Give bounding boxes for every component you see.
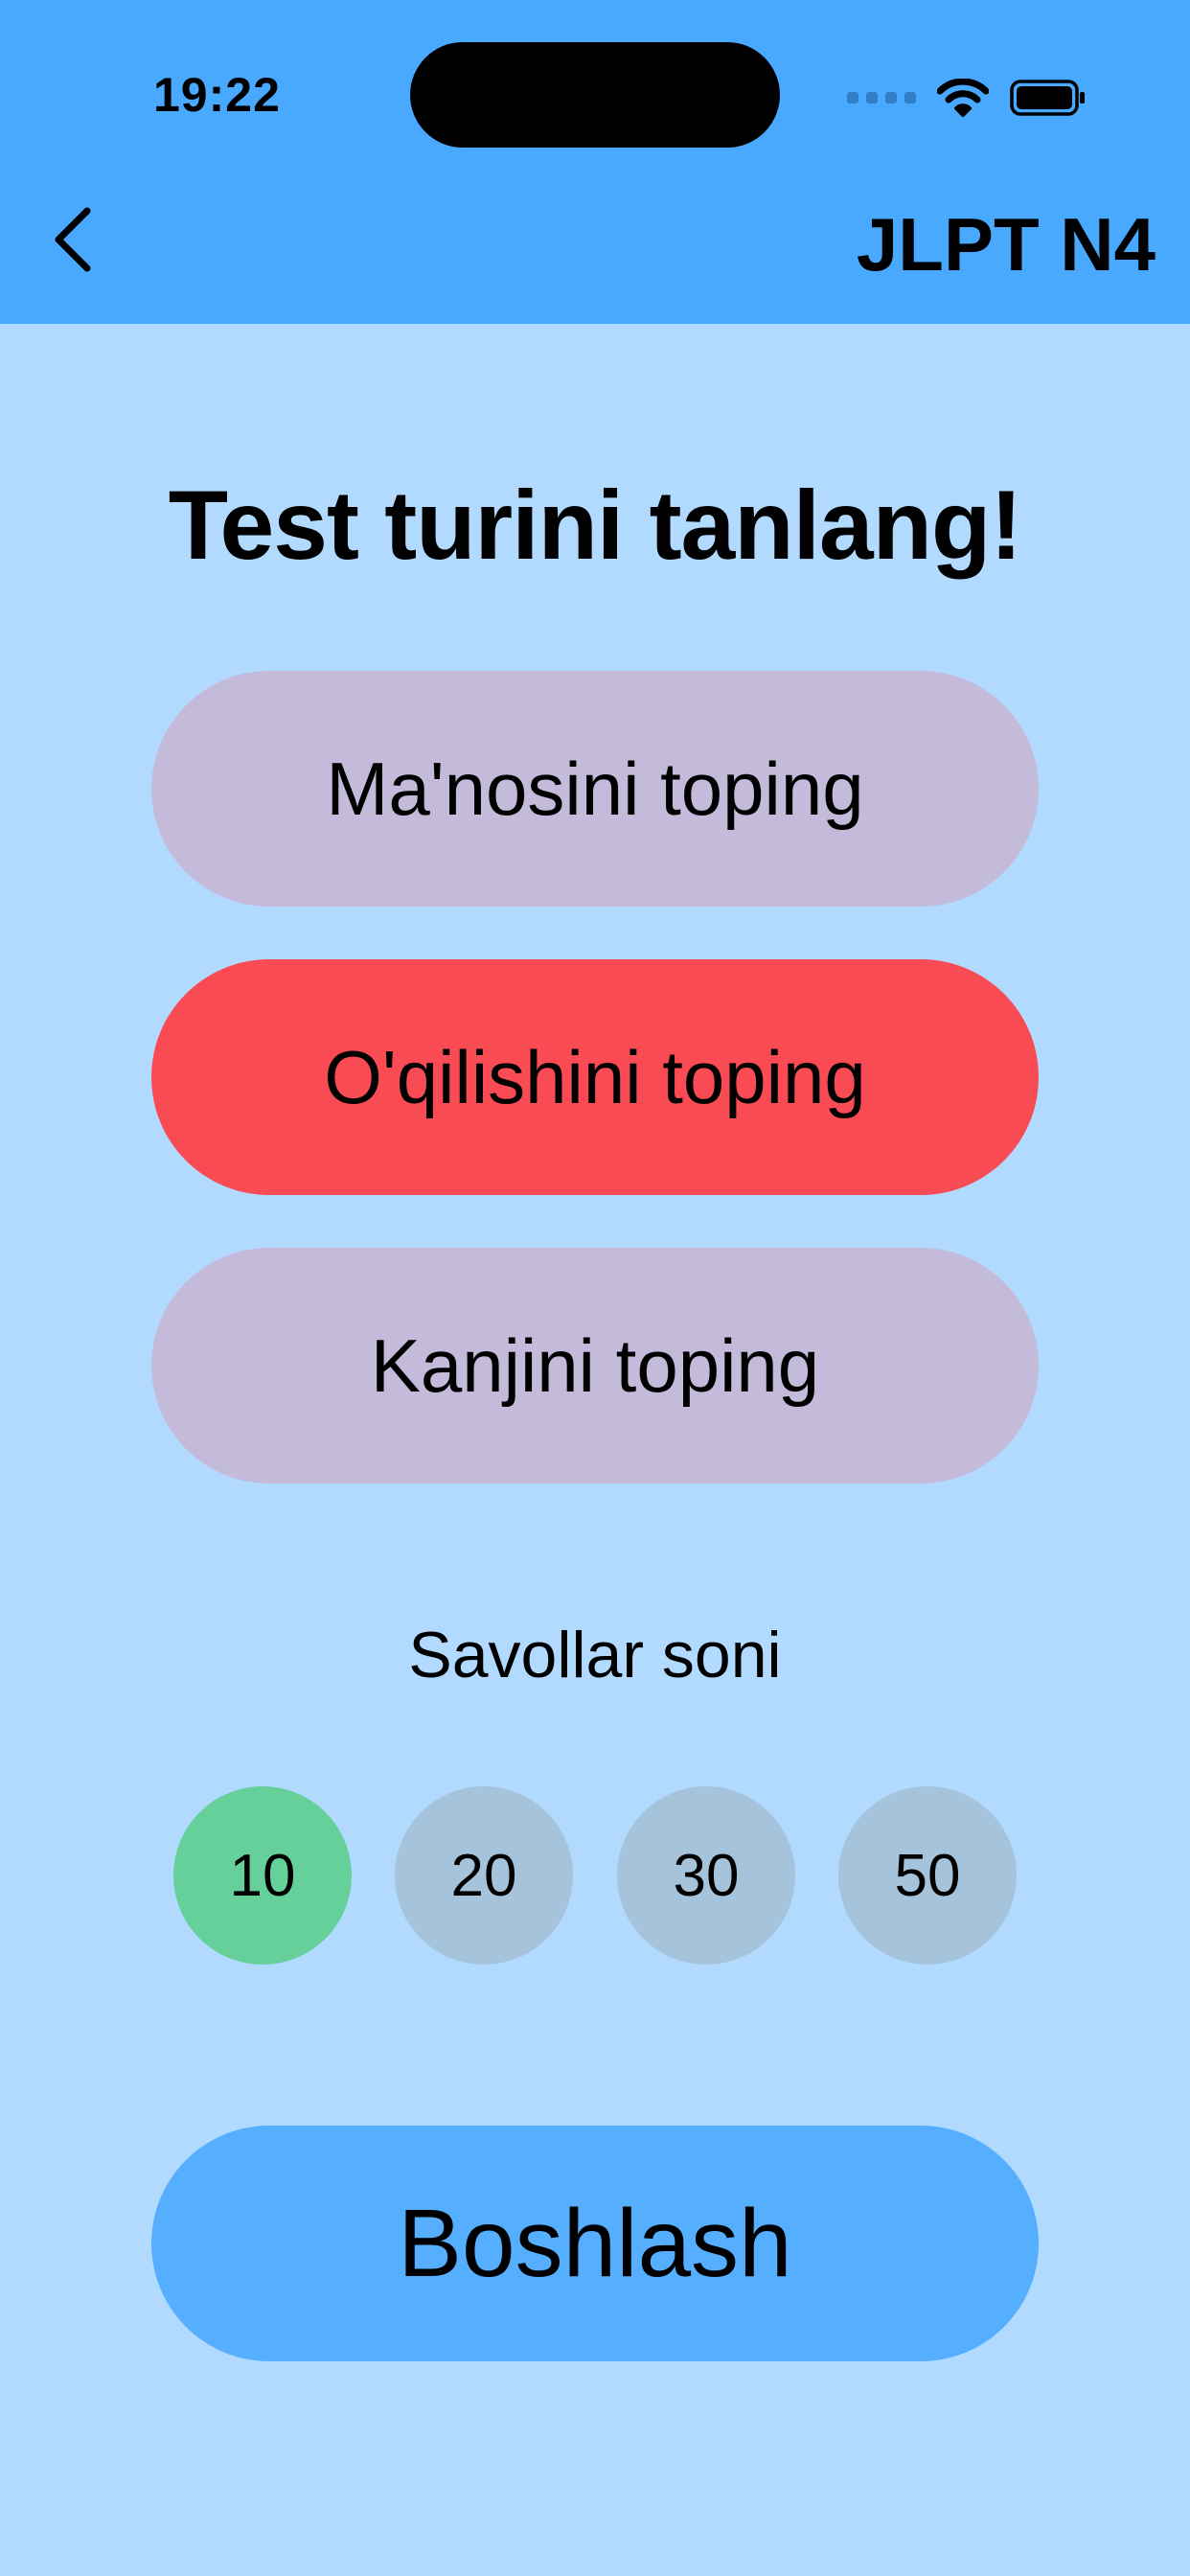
status-time: 19:22 <box>153 68 281 122</box>
question-count-options: 10 20 30 50 <box>173 1786 1017 1965</box>
question-count-label: Savollar soni <box>408 1619 782 1691</box>
count-option-20[interactable]: 20 <box>395 1786 573 1965</box>
test-type-reading-button[interactable]: O'qilishini toping <box>151 959 1039 1195</box>
count-option-10[interactable]: 10 <box>173 1786 352 1965</box>
wifi-icon <box>937 79 989 117</box>
battery-icon <box>1010 80 1085 116</box>
cellular-signal-icon <box>847 92 916 104</box>
count-option-30[interactable]: 30 <box>617 1786 795 1965</box>
chevron-left-icon <box>55 207 91 272</box>
test-type-meaning-button[interactable]: Ma'nosini toping <box>151 671 1039 907</box>
page-title: Test turini tanlang! <box>168 471 1022 580</box>
dynamic-island <box>410 42 780 148</box>
count-option-50[interactable]: 50 <box>838 1786 1017 1965</box>
top-bar: 19:22 JLPT N4 <box>0 0 1190 324</box>
test-type-kanji-button[interactable]: Kanjini toping <box>151 1248 1039 1484</box>
status-icons <box>847 77 1087 119</box>
back-button[interactable] <box>38 196 105 283</box>
start-button[interactable]: Boshlash <box>151 2126 1039 2361</box>
nav-title: JLPT N4 <box>856 202 1156 287</box>
